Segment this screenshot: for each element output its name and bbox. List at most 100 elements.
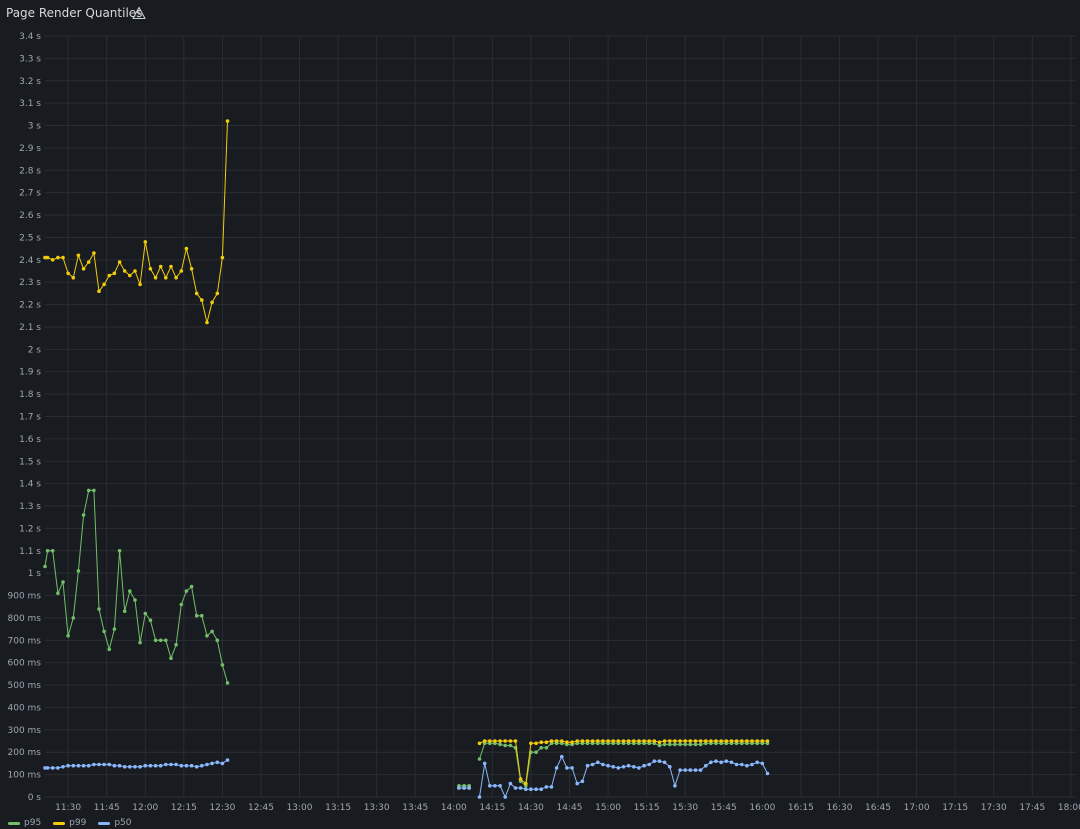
series-p50	[43, 754, 770, 799]
legend-label-p50: p50	[114, 818, 132, 828]
data-point-p50	[205, 762, 209, 767]
data-point-p99	[657, 740, 662, 744]
data-point-p50	[508, 781, 513, 786]
data-point-p50	[549, 785, 554, 789]
data-point-p95	[678, 742, 682, 747]
data-point-p99	[544, 740, 549, 744]
data-point-p50	[565, 766, 569, 770]
data-point-p50	[714, 759, 718, 763]
x-tick-label: 17:00	[904, 803, 930, 813]
data-point-p95	[45, 549, 50, 553]
data-point-p99	[529, 741, 533, 746]
data-point-p99	[210, 300, 214, 305]
data-point-p99	[647, 739, 651, 743]
y-tick-label: 3.2 s	[19, 77, 41, 87]
x-tick-label: 15:30	[672, 803, 698, 813]
data-point-p50	[709, 760, 713, 765]
data-point-p50	[71, 763, 76, 768]
data-point-p95	[76, 569, 81, 573]
legend-swatch-p95	[8, 821, 20, 825]
data-point-p99	[611, 739, 615, 743]
data-point-p99	[153, 275, 158, 280]
data-point-p50	[107, 762, 112, 767]
data-point-p50	[647, 762, 651, 767]
legend-item-p99[interactable]: p99	[53, 817, 86, 829]
data-point-p99	[102, 282, 106, 287]
y-tick-label: 100 ms	[8, 771, 42, 781]
legend: p95 p99 p50	[8, 817, 132, 829]
data-point-p50	[688, 768, 693, 772]
data-point-p50	[529, 787, 533, 791]
data-point-p50	[169, 762, 173, 767]
data-point-p50	[544, 785, 549, 789]
data-point-p99	[668, 739, 672, 743]
x-tick-label: 16:00	[749, 803, 775, 813]
data-point-p50	[513, 786, 518, 790]
data-point-p99	[194, 291, 199, 296]
y-tick-label: 200 ms	[8, 748, 42, 758]
data-point-p50	[539, 787, 543, 791]
data-point-p95	[148, 618, 153, 622]
data-point-p99	[215, 291, 220, 296]
y-tick-label: 2.2 s	[19, 301, 41, 311]
data-point-p95	[205, 634, 209, 638]
data-point-p99	[138, 282, 142, 287]
y-tick-label: 2.5 s	[19, 233, 41, 243]
data-point-p95	[220, 663, 225, 667]
y-tick-label: 3.4 s	[19, 32, 41, 42]
data-point-p99	[678, 739, 682, 743]
data-point-p50	[560, 754, 564, 759]
data-point-p99	[734, 739, 739, 743]
data-point-p99	[148, 267, 153, 271]
data-point-p99	[698, 739, 703, 743]
data-point-p95	[43, 564, 47, 569]
x-tick-label: 13:00	[287, 803, 313, 813]
data-point-p99	[637, 739, 641, 743]
x-tick-label: 14:15	[479, 803, 505, 813]
data-point-p95	[179, 602, 184, 607]
legend-item-p50[interactable]: p50	[98, 817, 132, 829]
data-point-p50	[626, 763, 631, 768]
data-point-p99	[554, 739, 559, 743]
data-point-p99	[704, 739, 708, 743]
y-tick-label: 3 s	[28, 122, 42, 132]
y-tick-label: 2.8 s	[19, 166, 41, 176]
data-point-p95	[210, 629, 214, 634]
data-point-p95	[544, 746, 549, 750]
data-point-p99	[107, 273, 112, 278]
data-point-p50	[97, 762, 101, 767]
data-point-p99	[570, 740, 574, 744]
data-point-p95	[673, 742, 677, 747]
x-tick-label: 16:15	[788, 803, 814, 813]
data-point-p50	[693, 768, 698, 772]
data-point-p50	[210, 761, 214, 766]
x-tick-label: 18:00	[1058, 803, 1080, 813]
data-point-p99	[760, 739, 765, 743]
y-tick-label: 2.4 s	[19, 256, 41, 266]
data-point-p50	[642, 763, 646, 768]
y-tick-label: 600 ms	[8, 659, 42, 669]
x-tick-label: 14:30	[518, 803, 544, 813]
data-point-p99	[189, 267, 194, 271]
data-point-p99	[482, 739, 487, 743]
legend-item-p95[interactable]: p95	[8, 817, 41, 829]
data-point-p99	[524, 781, 528, 786]
data-point-p50	[76, 763, 81, 768]
data-point-p50	[585, 763, 590, 768]
data-point-p50	[668, 765, 672, 769]
data-point-p50	[637, 766, 641, 770]
y-tick-label: 2.6 s	[19, 211, 41, 221]
data-point-p99	[122, 269, 127, 273]
data-point-p99	[719, 739, 723, 743]
data-point-p99	[534, 741, 538, 746]
data-point-p50	[225, 758, 230, 762]
data-point-p99	[693, 739, 698, 743]
data-point-p50	[657, 759, 662, 763]
data-point-p99	[724, 739, 729, 743]
chart-plot[interactable]: 0 s 100 ms 200 ms 300 ms 400 ms 500 ms 600 ms 7…	[0, 0, 1080, 829]
x-tick-label: 13:15	[325, 803, 351, 813]
data-point-p99	[745, 739, 749, 743]
legend-swatch-p50	[98, 821, 111, 825]
data-point-p95	[189, 584, 194, 589]
data-point-p50	[678, 768, 682, 772]
